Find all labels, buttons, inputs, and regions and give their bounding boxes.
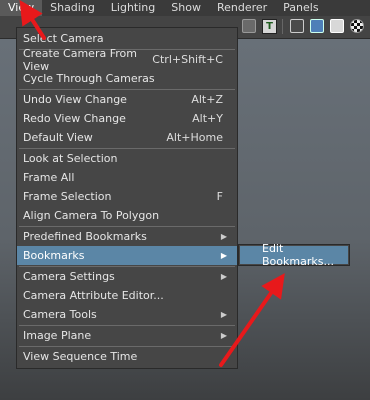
submenu-arrow-icon: ▶ [220,251,227,260]
smooth-shaded-icon[interactable] [330,19,344,33]
menu-shading[interactable]: Shading [42,0,103,16]
menu-item-cycle-through-cameras[interactable]: Cycle Through Cameras [17,69,237,88]
menu-item-frame-all[interactable]: Frame All [17,168,237,187]
menu-lighting[interactable]: Lighting [103,0,163,16]
submenu-arrow-icon: ▶ [220,331,227,340]
menu-item-camera-tools[interactable]: Camera Tools ▶ [17,305,237,324]
menu-item-select-camera[interactable]: Select Camera [17,29,237,48]
menu-item-undo-view-change[interactable]: Undo View Change Alt+Z [17,90,237,109]
shaded-cube-icon[interactable] [310,19,324,33]
menu-item-align-camera-to-polygon[interactable]: Align Camera To Polygon [17,206,237,225]
menu-item-predefined-bookmarks[interactable]: Predefined Bookmarks ▶ [17,227,237,246]
toolbar-divider [282,19,283,34]
menu-panels[interactable]: Panels [275,0,326,16]
menu-item-image-plane[interactable]: Image Plane ▶ [17,326,237,345]
menu-show[interactable]: Show [163,0,209,16]
menu-item-view-sequence-time[interactable]: View Sequence Time [17,347,237,366]
menu-item-frame-selection[interactable]: Frame Selection F [17,187,237,206]
bookmarks-submenu: Edit Bookmarks... [238,242,350,268]
menu-item-bookmarks[interactable]: Bookmarks ▶ [17,246,237,265]
checker-texture-icon[interactable] [350,19,364,33]
menu-renderer[interactable]: Renderer [209,0,275,16]
menu-item-camera-settings[interactable]: Camera Settings ▶ [17,267,237,286]
submenu-arrow-icon: ▶ [220,272,227,281]
menu-item-redo-view-change[interactable]: Redo View Change Alt+Y [17,109,237,128]
submenu-arrow-icon: ▶ [220,310,227,319]
grid-icon[interactable] [242,19,256,33]
menu-item-camera-attribute-editor[interactable]: Camera Attribute Editor... [17,286,237,305]
menu-item-look-at-selection[interactable]: Look at Selection [17,149,237,168]
wireframe-cube-icon[interactable] [290,19,304,33]
menu-item-create-camera-from-view[interactable]: Create Camera From View Ctrl+Shift+C [17,47,237,73]
menubar: View Shading Lighting Show Renderer Pane… [0,0,370,16]
menu-item-edit-bookmarks[interactable]: Edit Bookmarks... [240,242,348,268]
menu-view[interactable]: View [0,0,43,16]
menu-item-default-view[interactable]: Default View Alt+Home [17,128,237,147]
submenu-arrow-icon: ▶ [220,232,227,241]
view-menu-dropdown: Select Camera Create Camera From View Ctr… [16,27,238,369]
text-icon[interactable]: T [262,19,277,34]
